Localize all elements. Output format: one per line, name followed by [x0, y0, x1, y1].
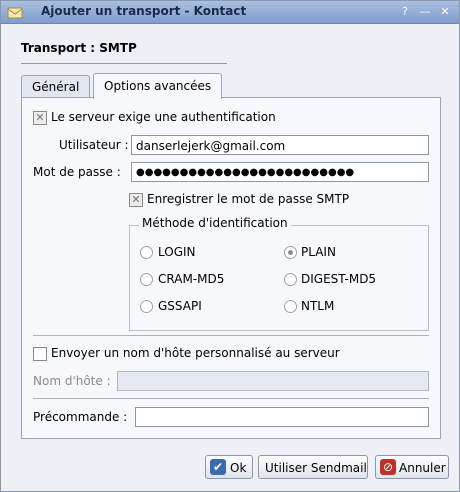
precommand-input[interactable] — [135, 407, 429, 427]
kontact-app-icon — [7, 4, 23, 20]
minimize-icon[interactable]: — — [417, 4, 433, 20]
user-input[interactable]: danserlejerk@gmail.com — [131, 135, 429, 155]
radio-digest-md5[interactable] — [284, 273, 297, 286]
cancel-icon: ⊘ — [380, 459, 396, 475]
transport-type-heading: Transport : SMTP — [21, 41, 137, 55]
dialog-window: Ajouter un transport - Kontact ? — ✕ Tra… — [0, 0, 460, 492]
radio-gssapi-label: GSSAPI — [158, 299, 202, 313]
cancel-button-label: Annuler — [399, 461, 446, 475]
ok-button[interactable]: ✔ Ok — [205, 455, 253, 479]
heading-divider — [21, 63, 227, 64]
auth-method-title: Méthode d'identification — [139, 216, 291, 230]
precommand-label: Précommande : — [33, 410, 128, 424]
radio-ntlm[interactable] — [284, 300, 297, 313]
save-password-label: Enregistrer le mot de passe SMTP — [147, 192, 350, 206]
radio-digest-md5-label: DIGEST-MD5 — [301, 272, 377, 286]
close-icon[interactable]: ✕ — [437, 4, 453, 20]
section-divider — [33, 398, 429, 399]
help-icon[interactable]: ? — [397, 4, 413, 20]
auth-required-checkbox[interactable]: ✕ — [33, 111, 47, 125]
hostname-input[interactable] — [117, 371, 429, 391]
user-label: Utilisateur : — [59, 138, 129, 152]
password-input[interactable]: ●●●●●●●●●●●●●●●●●●●●●●●●● — [131, 162, 429, 182]
auth-required-label: Le serveur exige une authentification — [51, 110, 276, 124]
password-label: Mot de passe : — [33, 165, 121, 179]
radio-login-label: LOGIN — [158, 245, 196, 259]
checkmark-icon: ✔ — [210, 459, 226, 475]
section-divider — [33, 335, 429, 336]
hostname-label: Nom d'hôte : — [33, 374, 111, 388]
tab-general[interactable]: Général — [21, 75, 91, 98]
custom-hostname-checkbox[interactable] — [33, 347, 47, 361]
radio-cram-md5[interactable] — [140, 273, 153, 286]
cancel-button[interactable]: ⊘ Annuler — [375, 455, 449, 479]
window-title: Ajouter un transport - Kontact — [41, 4, 247, 18]
save-password-checkbox[interactable]: ✕ — [129, 193, 143, 207]
radio-plain-label: PLAIN — [301, 245, 336, 259]
ok-button-label: Ok — [230, 461, 247, 475]
radio-gssapi[interactable] — [140, 300, 153, 313]
radio-login[interactable] — [140, 246, 153, 259]
radio-plain[interactable] — [284, 246, 297, 259]
radio-ntlm-label: NTLM — [301, 299, 335, 313]
radio-cram-md5-label: CRAM-MD5 — [158, 272, 225, 286]
use-sendmail-label: Utiliser Sendmail — [265, 461, 367, 475]
custom-hostname-label: Envoyer un nom d'hôte personnalisé au se… — [51, 346, 340, 360]
use-sendmail-button[interactable]: Utiliser Sendmail — [258, 455, 368, 479]
title-bar[interactable]: Ajouter un transport - Kontact ? — ✕ — [1, 1, 459, 24]
tab-advanced-options[interactable]: Options avancées — [93, 73, 223, 99]
